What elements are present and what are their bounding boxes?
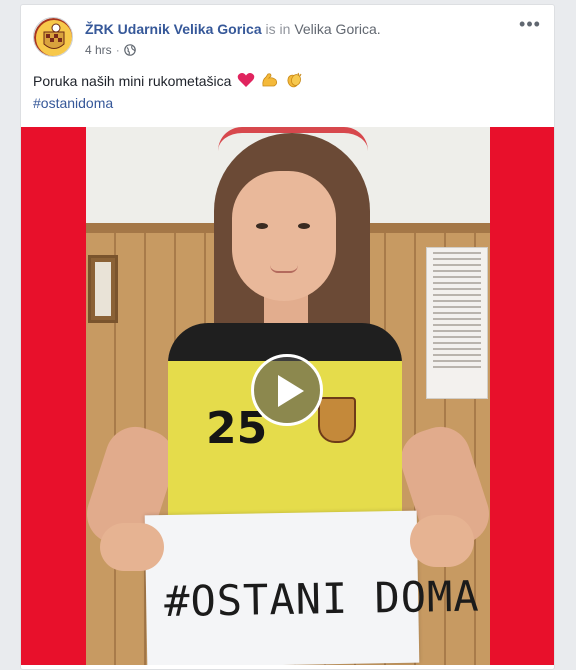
notice-board — [426, 247, 488, 399]
hashtag-sign: #OSTANI DOMA — [144, 510, 480, 665]
play-icon — [278, 375, 304, 407]
heart-emoji-icon — [237, 72, 255, 93]
clapping-hands-emoji-icon — [285, 72, 303, 93]
video-container[interactable]: 25 #OSTANI DOMA — [21, 127, 554, 665]
more-options-button[interactable]: ••• — [518, 15, 542, 35]
headband — [218, 127, 368, 151]
post-card: ŽRK Udarnik Velika Gorica is in Velika G… — [20, 4, 555, 670]
post-caption: Poruka naših mini rukometašica #ostanido… — [33, 71, 542, 113]
location-text[interactable]: Velika Gorica. — [294, 21, 380, 37]
player-right-hand — [410, 515, 474, 567]
caption-text: Poruka naših mini rukometašica — [33, 73, 232, 89]
post-meta: 4 hrs · — [85, 43, 136, 57]
globe-icon[interactable] — [123, 44, 136, 56]
hashtag-link[interactable]: #ostanidoma — [33, 93, 542, 113]
play-button[interactable] — [251, 354, 323, 426]
page-avatar[interactable] — [33, 17, 73, 57]
player-left-hand — [100, 523, 164, 571]
sign-text: #OSTANI DOMA — [163, 571, 481, 627]
checkin-text: is in — [265, 21, 291, 37]
meta-separator: · — [115, 43, 120, 57]
video-frame[interactable]: 25 #OSTANI DOMA — [86, 127, 490, 665]
picture-frame — [88, 255, 118, 323]
post-timestamp[interactable]: 4 hrs — [85, 43, 112, 57]
caption-line: Poruka naših mini rukometašica — [33, 71, 542, 93]
player-face — [232, 171, 336, 301]
post-header: ŽRK Udarnik Velika Gorica is in Velika G… — [33, 15, 542, 67]
post-title-line: ŽRK Udarnik Velika Gorica is in Velika G… — [85, 21, 381, 37]
club-crest-icon — [34, 18, 72, 56]
flexed-biceps-emoji-icon — [261, 72, 279, 93]
jersey-crest-icon — [318, 397, 356, 443]
page-name-link[interactable]: ŽRK Udarnik Velika Gorica — [85, 21, 262, 37]
